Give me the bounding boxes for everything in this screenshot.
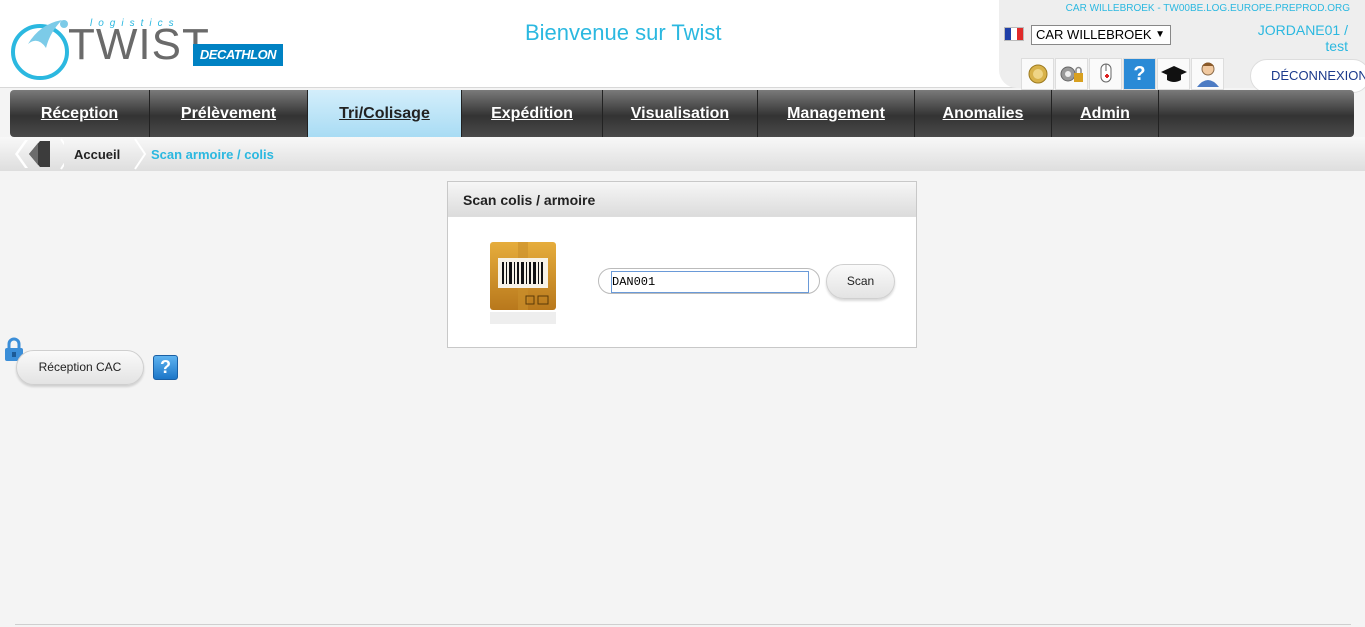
breadcrumb: Accueil Scan armoire / colis (0, 137, 1365, 171)
mouse-icon[interactable] (1089, 58, 1122, 90)
nav-prelevement[interactable]: Prélèvement (150, 90, 308, 137)
breadcrumb-current[interactable]: Scan armoire / colis (151, 147, 274, 162)
french-flag-icon[interactable] (1004, 27, 1024, 41)
nav-anomalies[interactable]: Anomalies (915, 90, 1052, 137)
chevron-down-icon: ▼ (1155, 29, 1165, 40)
nav-management[interactable]: Management (758, 90, 915, 137)
nav-reception[interactable]: Réception (10, 90, 150, 137)
bottom-divider (15, 624, 1351, 625)
nav-visualisation[interactable]: Visualisation (603, 90, 758, 137)
user-info: JORDANE01 / test (1258, 22, 1348, 54)
back-arrow-icon[interactable] (14, 137, 64, 171)
nav-expedition[interactable]: Expédition (462, 90, 603, 137)
scan-button[interactable]: Scan (826, 264, 895, 299)
reception-cac-button[interactable]: Réception CAC (16, 350, 144, 385)
logo-text: TWIST (68, 20, 210, 69)
user-icon[interactable] (1191, 58, 1224, 90)
help-icon[interactable]: ? (1123, 58, 1156, 90)
nav-admin[interactable]: Admin (1052, 90, 1159, 137)
tool-icons: ? (1021, 58, 1224, 90)
header: logistics TWIST DECATHLON Bienvenue sur … (0, 0, 1365, 93)
user-role: test (1325, 38, 1348, 54)
panel-title: Scan colis / armoire (448, 182, 916, 217)
breadcrumb-home[interactable]: Accueil (74, 147, 120, 162)
server-info: CAR WILLEBROEK - TW00BE.LOG.EUROPE.PREPR… (1065, 3, 1350, 14)
badge-icon[interactable] (1021, 58, 1054, 90)
page-title: Bienvenue sur Twist (525, 20, 722, 45)
user-panel: CAR WILLEBROEK - TW00BE.LOG.EUROPE.PREPR… (999, 0, 1365, 93)
scan-panel: Scan colis / armoire Scan (447, 181, 917, 348)
decathlon-logo: DECATHLON (193, 44, 283, 66)
site-select[interactable]: CAR WILLEBROEK ▼ (1031, 25, 1171, 45)
nav-tri-colisage[interactable]: Tri/Colisage (308, 90, 462, 137)
graduation-cap-icon[interactable] (1157, 58, 1190, 90)
twist-logo[interactable]: logistics TWIST (10, 8, 209, 80)
main-nav: Réception Prélèvement Tri/Colisage Expéd… (10, 90, 1354, 137)
settings-lock-icon[interactable] (1055, 58, 1088, 90)
user-name: JORDANE01 / (1257, 22, 1348, 38)
scan-input[interactable] (611, 271, 809, 293)
barcode-box-icon (490, 242, 556, 324)
scan-input-container (598, 268, 820, 294)
site-select-value: CAR WILLEBROEK (1036, 27, 1152, 42)
breadcrumb-separator-icon (134, 138, 147, 170)
logout-button[interactable]: DÉCONNEXION (1250, 59, 1365, 93)
help-icon[interactable]: ? (153, 355, 178, 380)
